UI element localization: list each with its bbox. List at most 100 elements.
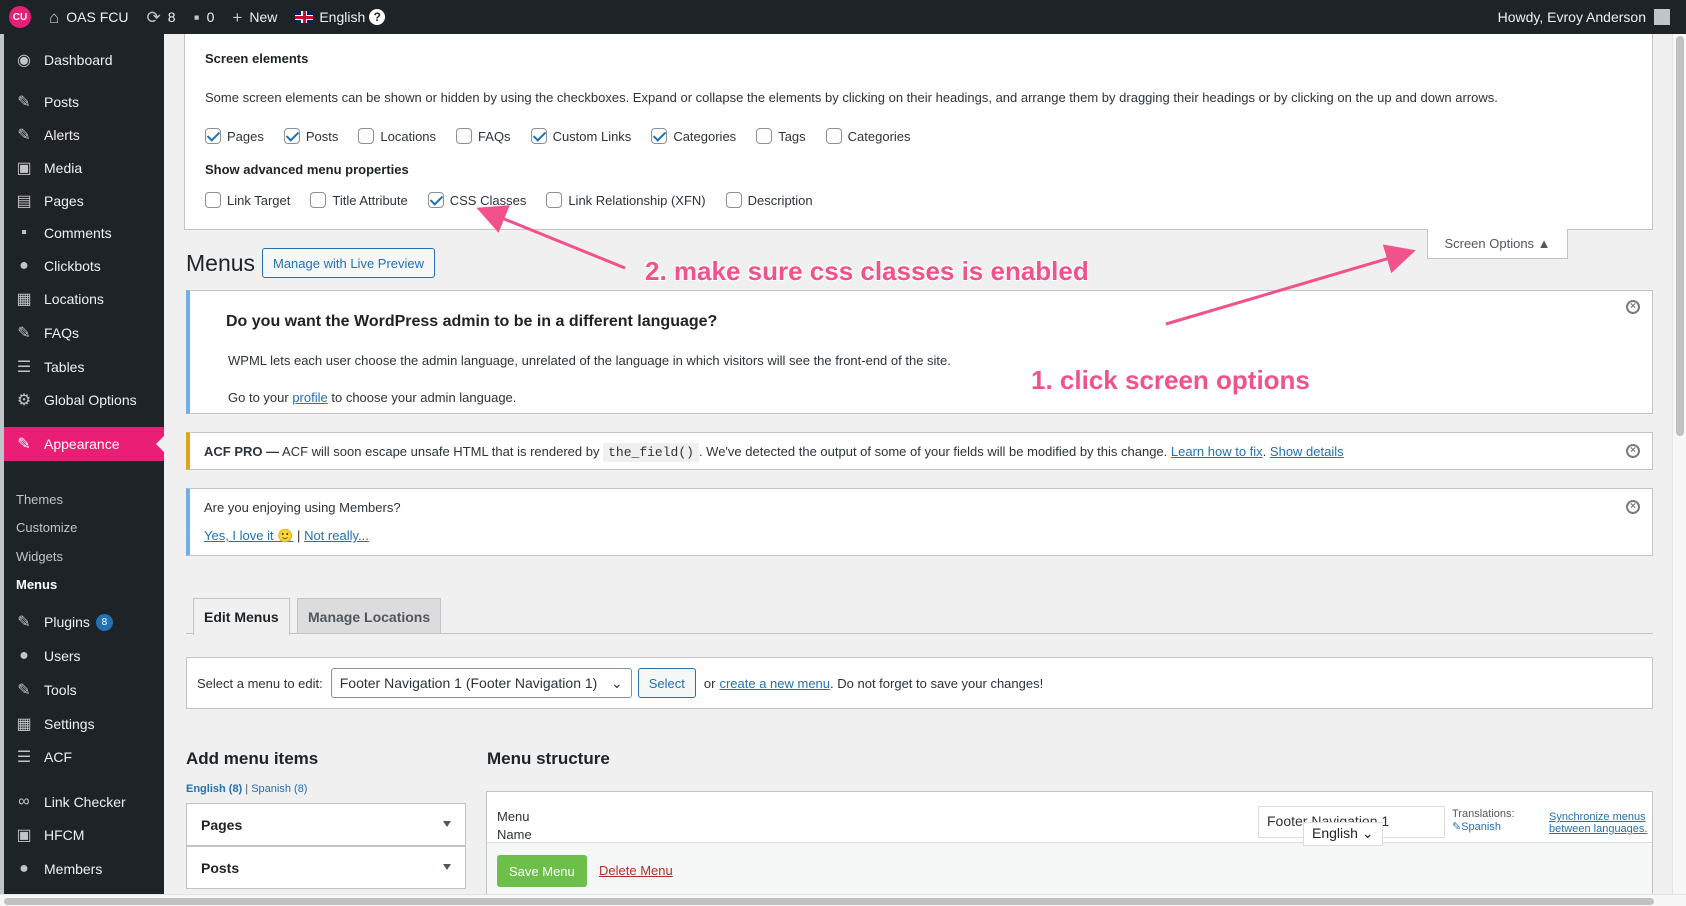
live-preview-button[interactable]: Manage with Live Preview — [262, 248, 436, 278]
sidebar-item-label: Pages — [44, 193, 84, 209]
checkbox-locations[interactable]: Locations — [358, 128, 436, 144]
checkbox-faqs[interactable]: FAQs — [456, 128, 511, 144]
dismiss-icon[interactable]: × — [1626, 500, 1640, 514]
sidebar-item-locations[interactable]: ▦ Locations — [4, 282, 164, 316]
accordion-pages[interactable]: Pages — [186, 803, 466, 846]
dismiss-icon[interactable]: × — [1626, 444, 1640, 458]
lang-separator: | — [245, 783, 249, 795]
sidebar-item-clickbots[interactable]: ● Clickbots — [4, 249, 164, 283]
checkbox-description[interactable]: Description — [725, 192, 813, 208]
submenu-customize[interactable]: Customize — [16, 520, 77, 535]
sidebar-item-media[interactable]: ▣ Media — [4, 151, 164, 185]
submenu-menus[interactable]: Menus — [16, 577, 57, 592]
checkbox-box[interactable] — [427, 192, 444, 208]
sidebar-item-label: ACF — [44, 749, 72, 765]
grid-icon: ▦ — [16, 291, 32, 308]
checkbox-pages[interactable]: Pages — [205, 128, 264, 144]
menu-select-dropdown[interactable]: Footer Navigation 1 (Footer Navigation 1… — [330, 668, 632, 698]
checkbox-css-classes[interactable]: CSS Classes — [427, 192, 526, 208]
checkbox-categories-2[interactable]: Categories — [825, 128, 911, 144]
comment-icon: ▪ — [193, 7, 200, 27]
sidebar-item-plugins[interactable]: ✎ Plugins 8 — [4, 605, 164, 639]
checkbox-label: Custom Links — [552, 128, 632, 144]
checkbox-box[interactable] — [651, 128, 668, 144]
sidebar-item-tools[interactable]: ✎ Tools — [4, 673, 164, 707]
screen-options-toggle-button[interactable]: Screen Options ▲ — [1427, 229, 1568, 259]
profile-link[interactable]: profile — [292, 390, 327, 405]
create-new-menu-link[interactable]: create a new menu — [719, 676, 830, 691]
sidebar-item-pages[interactable]: ▤ Pages — [4, 184, 164, 218]
checkbox-box[interactable] — [283, 128, 300, 144]
my-account[interactable]: Howdy, Evroy Anderson — [1498, 9, 1686, 25]
site-logo[interactable]: CU — [0, 0, 40, 34]
checkbox-box[interactable] — [825, 128, 842, 144]
avatar — [1654, 9, 1670, 25]
language-dropdown[interactable]: English ⌄ — [1303, 822, 1383, 846]
sidebar-item-dashboard[interactable]: ◉ Dashboard — [4, 43, 164, 77]
tab-manage-locations[interactable]: Manage Locations — [297, 598, 442, 634]
checkbox-posts[interactable]: Posts — [283, 128, 338, 144]
sidebar-item-link-checker[interactable]: ∞ Link Checker — [4, 785, 164, 819]
spanish-translation-link[interactable]: ✎Spanish — [1452, 821, 1515, 834]
checkbox-box[interactable] — [205, 128, 221, 144]
language-switcher[interactable]: English? — [286, 0, 394, 34]
checkbox-box[interactable] — [456, 128, 473, 144]
lang-english-link[interactable]: English (8) — [186, 783, 242, 795]
sidebar-item-faqs[interactable]: ✎ FAQs — [4, 316, 164, 350]
new-label: New — [249, 9, 278, 25]
checkbox-tags[interactable]: Tags — [756, 128, 806, 144]
lang-spanish-link[interactable]: Spanish (8) — [251, 783, 307, 795]
sidebar-item-users[interactable]: ● Users — [4, 639, 164, 673]
horizontal-scrollbar-thumb[interactable] — [4, 898, 1654, 905]
checkbox-link-relationship[interactable]: Link Relationship (XFN) — [546, 192, 706, 208]
checkbox-link-target[interactable]: Link Target — [205, 192, 290, 208]
checkbox-box[interactable] — [725, 192, 742, 208]
tab-edit-menus[interactable]: Edit Menus — [193, 598, 290, 635]
synchronize-menus-link[interactable]: Synchronize menus between languages. — [1549, 811, 1647, 835]
checkbox-box[interactable] — [205, 192, 221, 208]
delete-menu-link[interactable]: Delete Menu — [599, 863, 673, 878]
checkbox-box[interactable] — [310, 192, 327, 208]
comments-link[interactable]: ▪ 0 — [185, 0, 224, 34]
checkbox-box[interactable] — [756, 128, 773, 144]
sidebar-item-members[interactable]: ● Members — [4, 852, 164, 886]
dismiss-icon[interactable]: × — [1626, 300, 1640, 314]
show-details-link[interactable]: Show details — [1270, 444, 1344, 459]
not-really-link[interactable]: Not really... — [304, 528, 369, 543]
site-name-link[interactable]: ⌂ OAS FCU — [40, 0, 138, 34]
sidebar-item-posts[interactable]: ✎ Posts — [4, 85, 164, 119]
love-it-link[interactable]: Yes, I love it 🙂 — [204, 528, 293, 543]
vertical-scrollbar-thumb[interactable] — [1676, 36, 1684, 436]
translations-block: Translations: ✎Spanish — [1452, 808, 1515, 834]
sidebar-item-hfcm[interactable]: ▣ HFCM — [4, 818, 164, 852]
settings-icon: ▦ — [16, 716, 32, 733]
checkbox-box[interactable] — [546, 192, 563, 208]
checkbox-box[interactable] — [358, 128, 375, 144]
sidebar-item-label: Global Options — [44, 392, 137, 408]
sidebar-item-comments[interactable]: ▪ Comments — [4, 216, 164, 250]
vertical-scrollbar[interactable] — [1672, 34, 1686, 906]
sidebar-item-label: Dashboard — [44, 52, 113, 68]
submenu-widgets[interactable]: Widgets — [16, 549, 63, 564]
updates-link[interactable]: ⟳ 8 — [138, 0, 185, 34]
sidebar-item-label: Media — [44, 160, 83, 176]
submenu-themes[interactable]: Themes — [16, 492, 63, 507]
sidebar-item-appearance[interactable]: ✎ Appearance — [4, 427, 164, 461]
checkbox-box[interactable] — [530, 128, 547, 144]
save-menu-button[interactable]: Save Menu — [497, 855, 587, 887]
learn-how-to-fix-link[interactable]: Learn how to fix — [1171, 444, 1263, 459]
accordion-posts[interactable]: Posts — [186, 846, 466, 889]
menu-name-label: Menu Name — [497, 808, 532, 844]
media-icon: ▣ — [16, 160, 32, 177]
horizontal-scrollbar[interactable] — [0, 894, 1686, 906]
checkbox-categories[interactable]: Categories — [651, 128, 736, 144]
sidebar-item-global-options[interactable]: ⚙ Global Options — [4, 383, 164, 417]
new-content-link[interactable]: + New — [223, 0, 286, 34]
sidebar-item-acf[interactable]: ☰ ACF — [4, 740, 164, 774]
sidebar-item-alerts[interactable]: ✎ Alerts — [4, 118, 164, 152]
sidebar-item-settings[interactable]: ▦ Settings — [4, 707, 164, 741]
checkbox-custom-links[interactable]: Custom Links — [530, 128, 632, 144]
sidebar-item-tables[interactable]: ☰ Tables — [4, 350, 164, 384]
checkbox-title-attribute[interactable]: Title Attribute — [310, 192, 408, 208]
select-button[interactable]: Select — [637, 668, 696, 698]
